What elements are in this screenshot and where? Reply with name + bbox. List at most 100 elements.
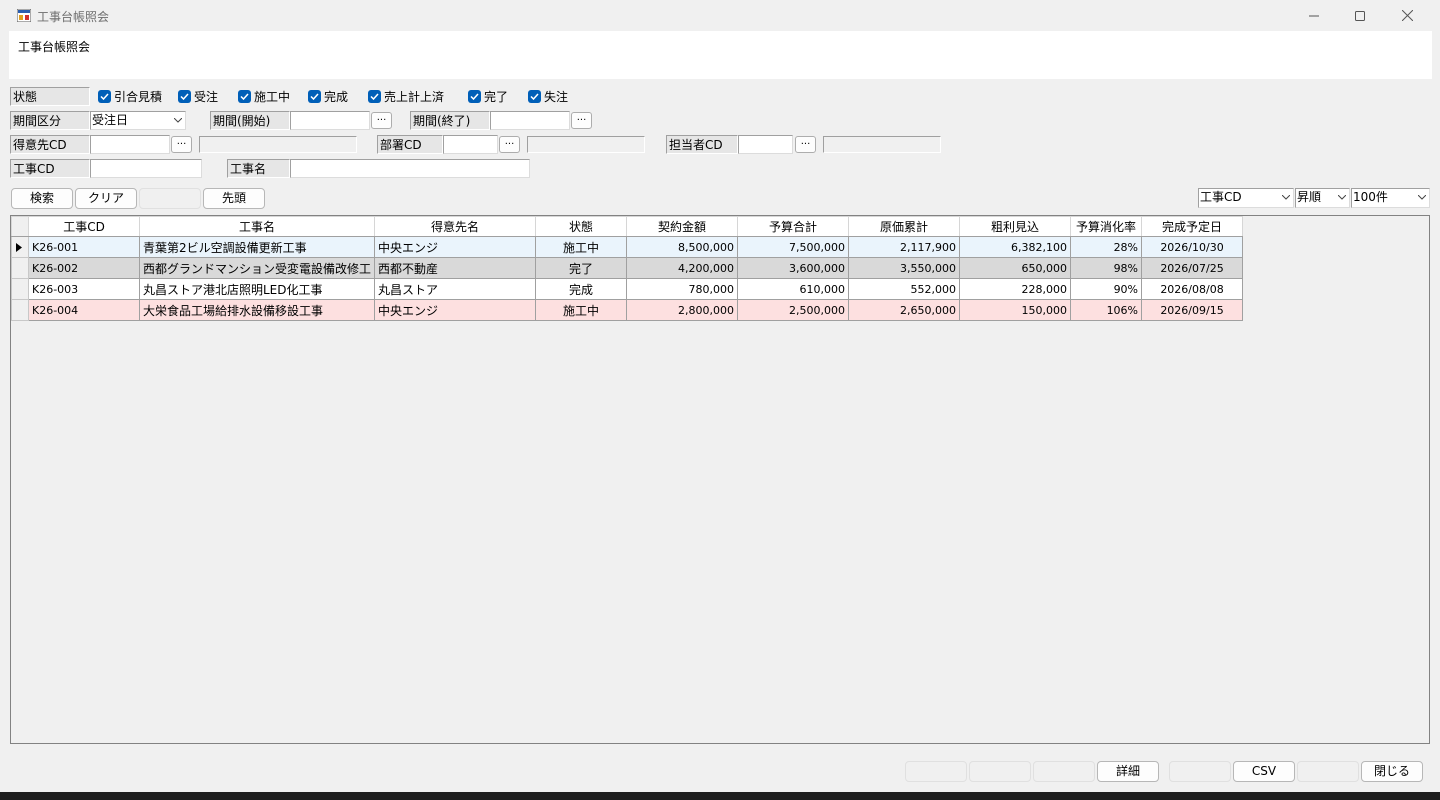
- cell[interactable]: 2,117,900: [848, 236, 961, 258]
- cell[interactable]: 552,000: [848, 278, 961, 300]
- status-check-ordered[interactable]: 受注: [178, 89, 218, 104]
- cell[interactable]: 丸昌ストア: [374, 278, 537, 300]
- cell[interactable]: 150,000: [959, 299, 1072, 321]
- period-type-label: 期間区分: [10, 111, 90, 130]
- col-header[interactable]: 予算合計: [737, 216, 850, 237]
- cell[interactable]: 青葉第2ビル空調設備更新工事: [138, 236, 376, 258]
- col-header[interactable]: 契約金額: [626, 216, 739, 237]
- col-header[interactable]: 原価累計: [848, 216, 961, 237]
- sort-order-select[interactable]: 昇順: [1295, 188, 1350, 208]
- close-button[interactable]: 閉じる: [1361, 761, 1423, 782]
- status-check-completed[interactable]: 完成: [308, 89, 348, 104]
- cell[interactable]: 3,550,000: [848, 257, 961, 279]
- cell[interactable]: 610,000: [737, 278, 850, 300]
- cell[interactable]: 中央エンジ: [374, 299, 537, 321]
- detail-button[interactable]: 詳細: [1097, 761, 1159, 782]
- cell[interactable]: 780,000: [626, 278, 739, 300]
- job-ledger-grid[interactable]: 工事CD 工事名 得意先名 状態 契約金額 予算合計 原価累計 粗利見込 予算消…: [10, 215, 1430, 744]
- cell[interactable]: 90%: [1070, 278, 1143, 300]
- row-header[interactable]: [11, 236, 29, 258]
- cell[interactable]: 2,500,000: [737, 299, 850, 321]
- cell[interactable]: 3,600,000: [737, 257, 850, 279]
- cell[interactable]: 中央エンジ: [374, 236, 537, 258]
- cell[interactable]: 4,200,000: [626, 257, 739, 279]
- col-header[interactable]: 工事CD: [28, 216, 140, 237]
- staff-cd-input[interactable]: [738, 135, 793, 154]
- status-check-lost[interactable]: 失注: [528, 89, 568, 104]
- period-start-input[interactable]: [290, 111, 370, 130]
- status-check-label: 売上計上済: [384, 89, 445, 104]
- col-header[interactable]: 得意先名: [374, 216, 537, 237]
- close-window-button[interactable]: [1384, 0, 1430, 31]
- col-header[interactable]: 粗利見込: [959, 216, 1072, 237]
- period-type-select[interactable]: 受注日: [90, 111, 186, 130]
- cell[interactable]: 2026/10/30: [1141, 236, 1244, 258]
- limit-select[interactable]: 100件: [1351, 188, 1430, 208]
- cell[interactable]: K26-001: [28, 236, 140, 258]
- cell[interactable]: 大栄食品工場給排水設備移設工事: [138, 299, 376, 321]
- job-name-input[interactable]: [290, 159, 530, 178]
- cell[interactable]: 2026/09/15: [1141, 299, 1244, 321]
- table-row[interactable]: K26-004 大栄食品工場給排水設備移設工事 中央エンジ 施工中 2,800,…: [11, 299, 1244, 321]
- row-header-corner: [11, 216, 29, 237]
- row-header[interactable]: [11, 299, 29, 321]
- cell[interactable]: 6,382,100: [959, 236, 1072, 258]
- sort-key-value: 工事CD: [1200, 190, 1242, 204]
- period-end-input[interactable]: [490, 111, 570, 130]
- cell[interactable]: K26-003: [28, 278, 140, 300]
- cell[interactable]: 2026/07/25: [1141, 257, 1244, 279]
- cell[interactable]: K26-004: [28, 299, 140, 321]
- col-header[interactable]: 工事名: [138, 216, 376, 237]
- maximize-button[interactable]: [1337, 0, 1383, 31]
- dept-browse-button[interactable]: ...: [499, 136, 520, 153]
- dept-cd-input[interactable]: [443, 135, 498, 154]
- status-check-sales-recorded[interactable]: 売上計上済: [368, 89, 445, 104]
- cell[interactable]: 650,000: [959, 257, 1072, 279]
- cell[interactable]: 完成: [535, 278, 628, 300]
- cell[interactable]: 106%: [1070, 299, 1143, 321]
- status-check-in-progress[interactable]: 施工中: [238, 89, 290, 104]
- csv-button[interactable]: CSV: [1233, 761, 1295, 782]
- checkbox-checked-icon: [468, 89, 481, 103]
- window-title: 工事台帳照会: [37, 10, 110, 24]
- col-header[interactable]: 状態: [535, 216, 628, 237]
- cell[interactable]: 完了: [535, 257, 628, 279]
- blank-button: [139, 188, 201, 209]
- cell[interactable]: 28%: [1070, 236, 1143, 258]
- cell[interactable]: 施工中: [535, 236, 628, 258]
- cell[interactable]: 丸昌ストア港北店照明LED化工事: [138, 278, 376, 300]
- search-button[interactable]: 検索: [11, 188, 73, 209]
- cell[interactable]: 西都グランドマンション受変電設備改修工: [138, 257, 376, 279]
- cell[interactable]: 228,000: [959, 278, 1072, 300]
- period-end-picker-button[interactable]: ...: [571, 112, 592, 129]
- cell[interactable]: 7,500,000: [737, 236, 850, 258]
- cell[interactable]: 2,650,000: [848, 299, 961, 321]
- checkbox-checked-icon: [368, 89, 381, 103]
- cell[interactable]: 施工中: [535, 299, 628, 321]
- row-header[interactable]: [11, 278, 29, 300]
- cell[interactable]: 8,500,000: [626, 236, 739, 258]
- staff-browse-button[interactable]: ...: [795, 136, 816, 153]
- status-check-inquiry[interactable]: 引合見積: [98, 89, 162, 104]
- status-check-finished[interactable]: 完了: [468, 89, 508, 104]
- customer-browse-button[interactable]: ...: [171, 136, 192, 153]
- period-start-picker-button[interactable]: ...: [371, 112, 392, 129]
- cell[interactable]: 98%: [1070, 257, 1143, 279]
- cell[interactable]: K26-002: [28, 257, 140, 279]
- cell[interactable]: 2026/08/08: [1141, 278, 1244, 300]
- minimize-button[interactable]: [1291, 0, 1337, 31]
- customer-cd-input[interactable]: [90, 135, 170, 154]
- job-cd-input[interactable]: [90, 159, 202, 178]
- top-button[interactable]: 先頭: [203, 188, 265, 209]
- table-row[interactable]: K26-001 青葉第2ビル空調設備更新工事 中央エンジ 施工中 8,500,0…: [11, 236, 1244, 258]
- table-row[interactable]: K26-002 西都グランドマンション受変電設備改修工 西都不動産 完了 4,2…: [11, 257, 1244, 279]
- col-header[interactable]: 予算消化率: [1070, 216, 1143, 237]
- row-header[interactable]: [11, 257, 29, 279]
- cell[interactable]: 2,800,000: [626, 299, 739, 321]
- staff-name-display: [823, 136, 941, 153]
- cell[interactable]: 西都不動産: [374, 257, 537, 279]
- clear-button[interactable]: クリア: [75, 188, 137, 209]
- table-row[interactable]: K26-003 丸昌ストア港北店照明LED化工事 丸昌ストア 完成 780,00…: [11, 278, 1244, 300]
- col-header[interactable]: 完成予定日: [1141, 216, 1244, 237]
- sort-key-select[interactable]: 工事CD: [1198, 188, 1294, 208]
